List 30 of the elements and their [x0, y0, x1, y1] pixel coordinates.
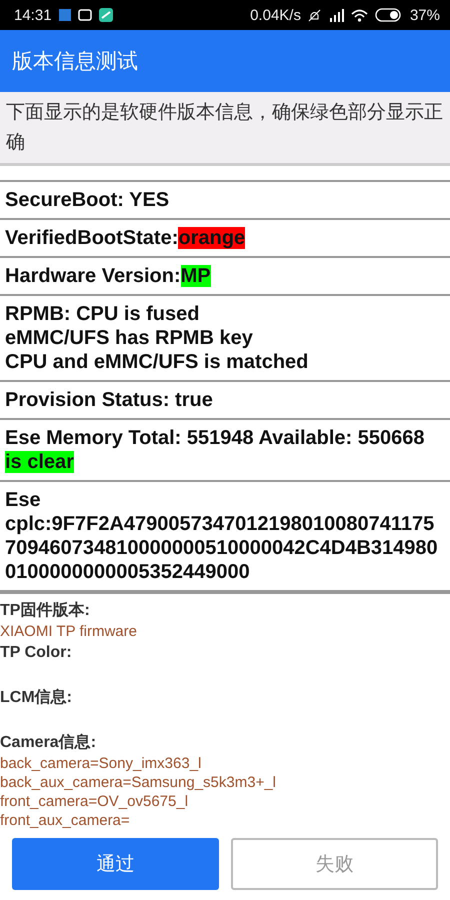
muted-bell-icon: [308, 8, 321, 22]
info-text: Ese cplc:9F7F2A4790057347012198010080741175709460734810000000510000042C4D4B3149800100000000005352449000: [5, 488, 439, 584]
info-text: RPMB: CPU is fused eMMC/UFS has RPMB key CPU and eMMC/UFS is matched: [5, 302, 310, 374]
clock: 14:31: [14, 6, 52, 24]
info-text: VerifiedBootState:orange: [5, 226, 246, 250]
notification-icon: [58, 9, 71, 21]
info-text: SecureBoot: YES: [5, 188, 170, 212]
app-icon: [98, 8, 113, 22]
section-value: front_camera=OV_ov5675_l: [0, 792, 190, 811]
section-value: back_camera=Sony_imx363_l: [0, 754, 202, 773]
wifi-icon: [350, 8, 368, 22]
battery-percent: 37%: [410, 6, 440, 24]
info-text: Hardware Version:MP: [5, 264, 212, 288]
section-value: back_aux_camera=Samsung_s5k3m3+_l: [0, 773, 277, 792]
section-label: LCM信息:: [0, 688, 73, 708]
section-label: TP固件版本:: [0, 600, 91, 621]
network-speed: 0.04K/s: [250, 6, 301, 24]
notice-text: 下面显示的是软硬件版本信息，确保绿色部分显示正确: [0, 92, 450, 166]
section-label: TP Color:: [0, 643, 73, 663]
section-label: Camera信息:: [0, 732, 98, 753]
pass-button[interactable]: 通过: [12, 838, 219, 890]
info-text: Ese Memory Total: 551948 Available: 550668 is clear: [5, 426, 426, 474]
battery-icon: [374, 8, 403, 22]
card-icon: [78, 9, 92, 21]
signal-icon: [328, 8, 344, 22]
app-title: 版本信息测试: [12, 49, 138, 75]
section-value: XIAOMI TP firmware: [0, 622, 138, 641]
section-value: front_aux_camera=: [0, 811, 131, 830]
fail-button[interactable]: 失败: [231, 838, 438, 890]
info-text: Provision Status: true: [5, 388, 214, 412]
